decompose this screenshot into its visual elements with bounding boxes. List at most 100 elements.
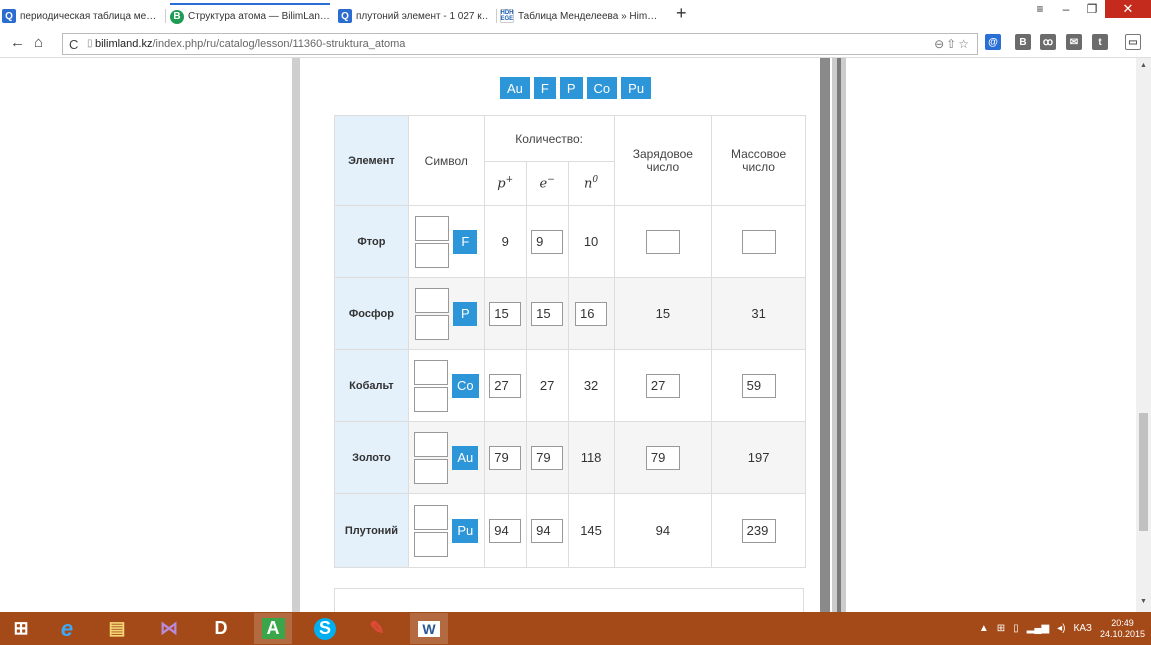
symbol-cell: F <box>407 205 485 278</box>
protons-input[interactable]: 27 <box>489 373 522 398</box>
tab-plutonium-search[interactable]: Q плутоний элемент - 1 027 к… <box>338 5 488 27</box>
close-icon[interactable]: ✕ <box>1105 0 1151 18</box>
electrons-input[interactable]: 94 <box>531 518 564 543</box>
vertical-scrollbar[interactable]: ▲ ▼ <box>1136 58 1151 612</box>
mass-number-input[interactable] <box>415 215 450 241</box>
symbol-cell: P <box>407 277 485 350</box>
app-d-icon[interactable]: D <box>202 613 240 644</box>
electrons-input[interactable]: 15 <box>531 301 564 326</box>
tray-arrow-icon[interactable]: ▲ <box>979 623 989 634</box>
menu-hamburger-icon[interactable]: ≡ <box>1027 0 1053 18</box>
header-quantity: Количество: <box>483 115 615 162</box>
table-row-plutonium: Плутоний Pu 94 94 145 94 239 <box>334 493 806 568</box>
reload-icon[interactable]: C <box>69 37 78 52</box>
scroll-down-arrow-icon[interactable]: ▼ <box>1140 598 1147 605</box>
atomic-number-input[interactable] <box>414 458 449 484</box>
paint-icon[interactable]: ✎ <box>358 613 396 644</box>
charge-input[interactable]: 79 <box>645 445 680 470</box>
element-button-f[interactable]: F <box>533 77 556 99</box>
protons-value: 9 <box>483 205 527 278</box>
file-explorer-icon[interactable]: ▤ <box>98 613 136 644</box>
element-name: Фосфор <box>334 277 409 350</box>
app-a-icon[interactable]: A <box>254 613 292 644</box>
word-icon[interactable]: W <box>410 613 448 644</box>
right-page-border-outer <box>832 58 846 612</box>
scrollbar-thumb[interactable] <box>1139 413 1148 531</box>
mass-input[interactable]: 59 <box>741 373 776 398</box>
visual-studio-icon[interactable]: ⋈ <box>150 613 188 644</box>
tab-separator <box>496 9 497 23</box>
windows-taskbar: ⊞ e ▤ ⋈ D A S ✎ W ▲ ⊞ ▯ ▂▄▆ ◂) КАЗ 20:49… <box>0 612 1151 645</box>
symbol-cell: Au <box>407 421 485 494</box>
back-arrow-icon[interactable]: ← <box>10 34 25 51</box>
zoom-icon[interactable]: ⊖ <box>934 37 944 51</box>
extension-twitter-icon[interactable]: t <box>1092 34 1108 50</box>
atomic-number-input[interactable] <box>415 242 450 268</box>
header-electrons: e− <box>525 161 569 206</box>
protons-input[interactable]: 94 <box>489 518 522 543</box>
internet-explorer-icon[interactable]: e <box>48 613 86 644</box>
tab-title: Таблица Менделеева » Him… <box>518 10 658 22</box>
tray-volume-icon[interactable]: ◂) <box>1057 623 1065 634</box>
table-row-cobalt: Кобальт Co 27 27 32 27 59 <box>334 349 806 422</box>
mass-input[interactable] <box>741 229 776 254</box>
electrons-input[interactable]: 9 <box>531 229 564 254</box>
scroll-up-arrow-icon[interactable]: ▲ <box>1140 62 1147 69</box>
tray-network-icon[interactable]: ⊞ <box>997 623 1005 634</box>
atomic-number-input[interactable] <box>413 386 448 412</box>
electrons-input[interactable]: 79 <box>531 445 564 470</box>
atomic-number-input[interactable] <box>414 531 449 557</box>
element-button-au[interactable]: Au <box>500 77 530 99</box>
bookmark-star-icon[interactable]: ☆ <box>958 37 969 51</box>
tab-mendeleev-table[interactable]: HDH EGE Таблица Менделеева » Him… <box>500 5 660 27</box>
header-charge-number: Зарядовое число <box>613 115 713 206</box>
element-button-co[interactable]: Co <box>586 77 618 99</box>
windows-start-icon[interactable]: ⊞ <box>2 613 40 644</box>
left-page-border <box>292 58 300 612</box>
charge-cell <box>613 205 713 278</box>
url-field[interactable]: C ▯ bilimland.kz/index.php/ru/catalog/le… <box>62 33 978 55</box>
atomic-number-input[interactable] <box>415 314 450 340</box>
protons-input[interactable]: 79 <box>489 445 522 470</box>
tab-title: периодическая таблица ме… <box>20 10 157 22</box>
charge-input[interactable] <box>645 229 680 254</box>
symbol-cell: Co <box>407 349 485 422</box>
new-tab-plus-icon[interactable]: + <box>676 3 687 24</box>
tray-battery-icon[interactable]: ▯ <box>1013 623 1019 634</box>
extension-blue-icon[interactable]: @ <box>985 34 1001 50</box>
neutrons-input[interactable]: 16 <box>575 301 608 326</box>
protons-cell: 15 <box>483 277 527 350</box>
mass-input[interactable]: 239 <box>741 518 776 543</box>
atom-structure-table: Элемент Символ Количество: Зарядовое числ… <box>334 115 806 568</box>
mass-number-input[interactable] <box>414 431 449 457</box>
header-neutrons: n0 <box>567 161 615 206</box>
home-icon[interactable]: ⌂ <box>34 34 43 51</box>
element-name: Золото <box>334 421 409 494</box>
element-button-pu[interactable]: Pu <box>621 77 652 99</box>
tab-bilimland[interactable]: B Структура атома — BilimLan… <box>170 3 330 28</box>
tab-separator <box>165 9 166 23</box>
table-row-gold: Золото Au 79 79 118 79 197 <box>334 421 806 494</box>
tray-signal-icon[interactable]: ▂▄▆ <box>1027 623 1049 634</box>
extension-mail-icon[interactable]: ✉ <box>1066 34 1082 50</box>
browser-tab-bar: Q периодическая таблица ме… B Структура … <box>0 0 1151 30</box>
minimize-icon[interactable]: – <box>1053 0 1079 18</box>
restore-icon[interactable]: ❐ <box>1079 0 1105 18</box>
protons-input[interactable]: 15 <box>489 301 522 326</box>
charge-input[interactable]: 27 <box>645 373 680 398</box>
header-element: Элемент <box>334 115 409 206</box>
mass-value: 197 <box>711 421 806 494</box>
table-row-phosphorus: Фосфор P 15 15 16 15 31 <box>334 277 806 350</box>
tab-periodic-search[interactable]: Q периодическая таблица ме… <box>2 5 162 27</box>
mass-number-input[interactable] <box>414 504 449 530</box>
clock[interactable]: 20:49 24.10.2015 <box>1100 618 1145 640</box>
skype-icon[interactable]: S <box>306 613 344 644</box>
mass-number-input[interactable] <box>413 359 448 385</box>
mass-number-input[interactable] <box>415 287 450 313</box>
extension-b-icon[interactable]: B <box>1015 34 1031 50</box>
share-icon[interactable]: ⇧ <box>946 37 956 51</box>
extension-chat-icon[interactable]: ▭ <box>1125 34 1141 50</box>
language-indicator[interactable]: КАЗ <box>1074 623 1092 634</box>
element-button-p[interactable]: P <box>559 77 583 99</box>
extension-ok-icon[interactable]: ꝏ <box>1040 34 1056 50</box>
